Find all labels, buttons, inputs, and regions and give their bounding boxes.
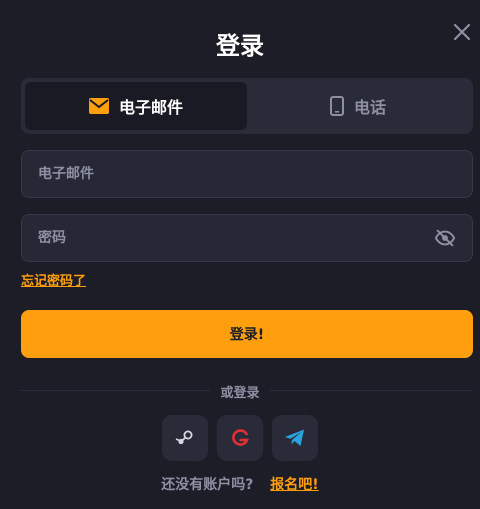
or-login-label: 或登录 xyxy=(0,382,480,401)
password-field[interactable] xyxy=(38,230,434,246)
google-icon xyxy=(232,429,249,446)
steam-icon xyxy=(175,430,193,445)
email-field[interactable] xyxy=(38,166,456,182)
tab-phone[interactable]: 电话 xyxy=(247,82,469,130)
or-login-text: 或登录 xyxy=(210,386,270,401)
email-field-container xyxy=(21,150,473,198)
telegram-icon xyxy=(285,429,304,446)
phone-icon xyxy=(329,96,344,116)
password-field-container xyxy=(21,214,473,262)
signup-row: 还没有账户吗? 报名吧! xyxy=(0,474,480,494)
google-login-button[interactable] xyxy=(217,415,263,461)
eye-off-icon[interactable] xyxy=(434,227,456,249)
login-button[interactable]: 登录! xyxy=(21,310,473,358)
tab-phone-label: 电话 xyxy=(353,98,386,117)
telegram-login-button[interactable] xyxy=(272,415,318,461)
envelope-icon xyxy=(88,98,109,114)
signup-link[interactable]: 报名吧! xyxy=(270,477,318,493)
close-icon[interactable] xyxy=(450,20,474,44)
social-login-row xyxy=(0,415,480,461)
signup-prompt: 还没有账户吗? xyxy=(161,477,254,493)
tab-email[interactable]: 电子邮件 xyxy=(25,82,247,130)
tab-email-label: 电子邮件 xyxy=(118,98,183,117)
page-title: 登录 xyxy=(216,32,264,60)
login-method-tabs: 电子邮件 电话 xyxy=(21,78,473,134)
steam-login-button[interactable] xyxy=(162,415,208,461)
forgot-password-link[interactable]: 忘记密码了 xyxy=(21,270,86,289)
